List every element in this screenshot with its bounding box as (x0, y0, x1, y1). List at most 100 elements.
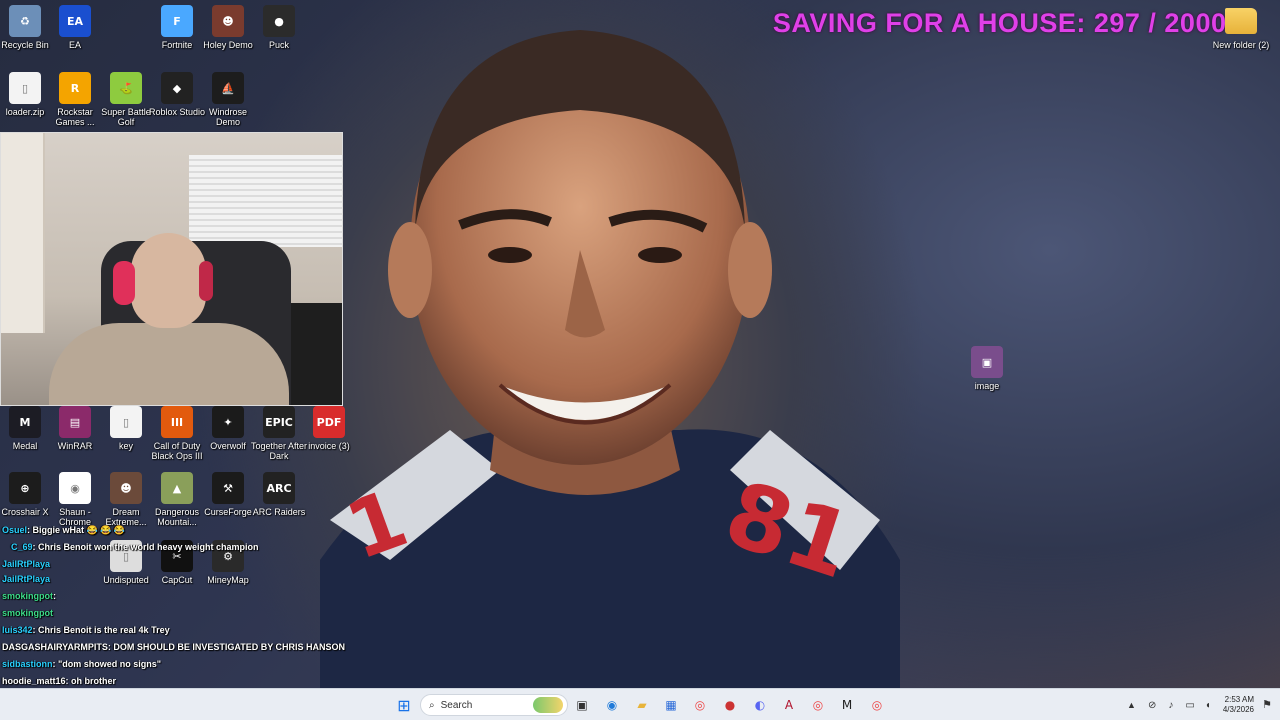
start-button[interactable]: ⊞ (392, 693, 416, 717)
display-icon[interactable]: ▭ (1185, 700, 1194, 711)
chat-text: : (53, 591, 56, 601)
app-icon (1225, 5, 1257, 37)
chat-username: smokingpot (2, 608, 53, 618)
clock-date: 4/3/2026 (1222, 705, 1254, 714)
desktop-icon-windrose-demo[interactable]: ⛵ Windrose Demo (203, 72, 253, 127)
store-icon[interactable]: ▦ (659, 693, 683, 717)
app-icon: ● (263, 5, 295, 37)
desktop-icon-ea[interactable]: EA EA (50, 5, 100, 50)
chat-message: luis342: Chris Benoit is the real 4k Tre… (2, 622, 170, 639)
desktop-icon-crosshair-x[interactable]: ⊕ Crosshair X (0, 472, 50, 517)
chat-username: DASGASHAIRYARMPITS (2, 642, 108, 652)
desktop-icon-recycle-bin[interactable]: ♻ Recycle Bin (0, 5, 50, 50)
desktop-icon-key[interactable]: ▯ key (101, 406, 151, 451)
chat-username: smokingpot (2, 591, 53, 601)
desktop-icon-label: MineyMap (207, 575, 249, 585)
search-icon: ⌕ (429, 699, 435, 711)
app-icon: ARC (263, 472, 295, 504)
chat-username: sidbastionn (2, 659, 53, 669)
desktop-icon-label: ARC Raiders (252, 507, 306, 517)
chat-message: smokingpot (2, 605, 53, 622)
desktop-icon-holey-demo[interactable]: ☻ Holey Demo (203, 5, 253, 50)
desktop-icon-arc-raiders[interactable]: ARC ARC Raiders (253, 472, 305, 517)
app-icon: ☻ (212, 5, 244, 37)
obs-icon[interactable]: ● (718, 693, 742, 717)
desktop-icon-loader-zip[interactable]: ▯ loader.zip (0, 72, 50, 117)
chat-username: luis342 (2, 625, 33, 635)
desktop-icon-roblox-studio[interactable]: ◆ Roblox Studio (149, 72, 205, 117)
app-icon: ⛵ (212, 72, 244, 104)
chevron-up-icon[interactable]: ▲ (1127, 700, 1136, 710)
network-off-icon[interactable]: ⊘ (1148, 700, 1156, 711)
volume-icon[interactable]: ◖ (1205, 700, 1211, 711)
desktop-icon-medal[interactable]: M Medal (0, 406, 50, 451)
app-icon: ▣ (971, 346, 1003, 378)
app-icon: PDF (313, 406, 345, 438)
medal-icon[interactable]: M (835, 693, 859, 717)
app-icon: ⛳ (110, 72, 142, 104)
chat-message: sidbastionn: "dom showed no signs" (2, 656, 161, 673)
desktop-icon-overwolf[interactable]: ✦ Overwolf (203, 406, 253, 451)
app-icon: ▤ (59, 406, 91, 438)
app-icon: M (9, 406, 41, 438)
microphone-icon[interactable]: ♪ (1168, 700, 1173, 711)
system-tray: ▲ ⊘ ♪ ▭ ◖ 2:53 AM 4/3/2026 ⚑ (1127, 689, 1280, 720)
app-icon: ♻ (9, 5, 41, 37)
app-icon: ⊕ (9, 472, 41, 504)
desktop-icon-dangerous-mountai[interactable]: ▲ Dangerous Mountai... (152, 472, 202, 527)
clock-time: 2:53 AM (1224, 695, 1254, 704)
donation-goal-text: SAVING FOR A HOUSE: 297 / 20000 (772, 8, 1242, 38)
app-icon: EA (59, 5, 91, 37)
chat-message: JailRtPlaya (2, 571, 50, 588)
task-view-icon[interactable]: ▣ (570, 693, 594, 717)
wallpaper-portrait: 81 1 (320, 30, 900, 690)
search-input[interactable]: ⌕ Search (420, 694, 568, 716)
app-icon: EPIC (263, 406, 295, 438)
desktop-icon-label: image (974, 381, 1000, 391)
chat-message: DASGASHAIRYARMPITS: DOM SHOULD BE INVEST… (2, 639, 345, 656)
app-icon: ▯ (9, 72, 41, 104)
desktop-icon-new-folder-2[interactable]: New folder (2) (1213, 5, 1269, 50)
desktop-icon-call-of-duty-black-ops-iii[interactable]: III Call of Duty Black Ops III (151, 406, 203, 461)
chat-username: hoodie_matt16 (2, 676, 66, 686)
desktop-icon-image[interactable]: ▣ image (962, 346, 1012, 391)
desktop-icon-dream-extreme[interactable]: ☻ Dream Extreme... (101, 472, 151, 527)
chrome-profile-icon[interactable]: ◎ (806, 693, 830, 717)
desktop-icon-shaun-chrome[interactable]: ◉ Shaun - Chrome (50, 472, 100, 527)
desktop-icon-super-battle-golf[interactable]: ⛳ Super Battle Golf (101, 72, 151, 127)
chat-text: : DOM SHOULD BE INVESTIGATED BY CHRIS HA… (107, 642, 346, 652)
desktop-icon-puck[interactable]: ● Puck (254, 5, 304, 50)
chat-text: : oh brother (65, 676, 117, 686)
adobe-icon[interactable]: A (777, 693, 801, 717)
chrome-alt-icon[interactable]: ◎ (865, 693, 889, 717)
chat-message: Osuel: Biggie wHat 😂 😂 😂 (2, 522, 125, 539)
desktop-icon-fortnite[interactable]: F Fortnite (152, 5, 202, 50)
desktop-icon-invoice-3[interactable]: PDF invoice (3) (304, 406, 354, 451)
chat-username: C_69 (2, 542, 33, 552)
notification-icon[interactable]: ⚑ (1262, 698, 1272, 711)
edge-icon[interactable]: ◉ (600, 693, 624, 717)
desktop-icon-together-after-dark[interactable]: EPIC Together After Dark (251, 406, 307, 461)
app-icon: F (161, 5, 193, 37)
discord-icon[interactable]: ◐ (748, 693, 772, 717)
chat-username: Osuel (2, 525, 28, 535)
desktop-icon-curseforge[interactable]: ⚒ CurseForge (203, 472, 253, 517)
chat-text: : Chris Benoit is the real 4k Trey (32, 625, 170, 635)
chrome-icon[interactable]: ◎ (688, 693, 712, 717)
file-explorer-icon[interactable]: ▰ (630, 693, 654, 717)
app-icon: ☻ (110, 472, 142, 504)
chat-message: C_69: Chris Benoit won the world heavy w… (2, 539, 259, 556)
app-icon: III (161, 406, 193, 438)
clock[interactable]: 2:53 AM 4/3/2026 (1223, 695, 1254, 715)
desktop-icon-label: EA (68, 40, 81, 50)
app-icon: R (59, 72, 91, 104)
desktop-icon-label: Windrose Demo (208, 107, 247, 127)
chat-text: : Biggie wHat 😂 😂 😂 (27, 525, 126, 535)
desktop-icon-label: Puck (268, 40, 289, 50)
desktop-icon-winrar[interactable]: ▤ WinRAR (50, 406, 100, 451)
search-highlight-icon (533, 697, 563, 713)
taskbar: ⊞ ⌕ Search ▣ ◉ ▰ ▦ ◎ ● ◐ A ◎ M ◎ ▲ ⊘ ♪ ▭… (0, 688, 1280, 720)
search-label: Search (440, 699, 473, 711)
app-icon: ✦ (212, 406, 244, 438)
desktop-icon-rockstar-games[interactable]: R Rockstar Games ... (50, 72, 100, 127)
